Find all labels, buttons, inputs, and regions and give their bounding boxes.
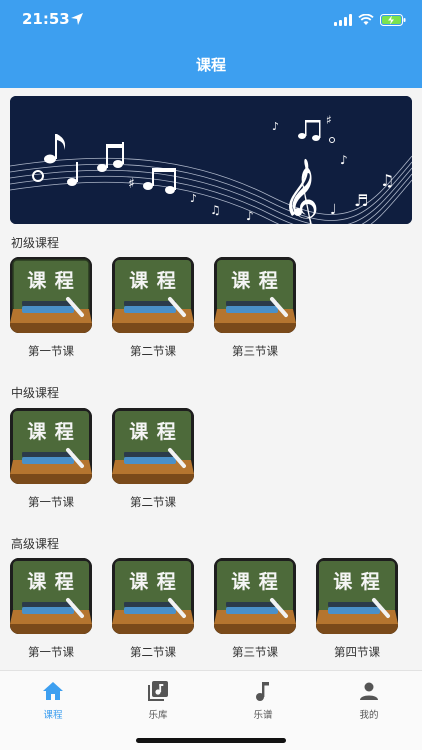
chalkboard-icon: 课 程	[112, 558, 194, 634]
lesson-icon-text: 课 程	[129, 421, 177, 443]
status-time: 21:53	[22, 10, 70, 28]
lesson-card[interactable]: 课 程 第一节课	[10, 257, 92, 358]
chalkboard-icon: 课 程	[316, 558, 398, 634]
tab-label: 乐库	[148, 710, 168, 721]
lesson-card[interactable]: 课 程 第二节课	[112, 257, 194, 358]
lesson-icon-text: 课 程	[27, 270, 75, 292]
tab-library[interactable]: 乐库	[118, 679, 198, 721]
lesson-icon-text: 课 程	[231, 571, 279, 593]
svg-text:♯: ♯	[326, 113, 332, 127]
chalkboard-icon: 课 程	[10, 257, 92, 333]
lesson-icon-text: 课 程	[333, 571, 381, 593]
lesson-label: 第一节课	[28, 495, 74, 509]
chalkboard-icon: 课 程	[10, 408, 92, 484]
lesson-card[interactable]: 课 程 第一节课	[10, 408, 92, 509]
lesson-label: 第一节课	[28, 645, 74, 659]
section-title-advanced: 高级课程	[11, 537, 60, 551]
location-arrow-icon	[71, 13, 83, 25]
music-staff-illustration: ♯ 𝄞 ♪ ♯ ♪ ♫ ♬ ♩ ♫ ♪ ♪	[10, 96, 412, 224]
lesson-label: 第二节课	[130, 344, 176, 358]
chalkboard-icon: 课 程	[214, 558, 296, 634]
lesson-label: 第二节课	[130, 645, 176, 659]
lesson-card[interactable]: 课 程 第四节课	[316, 558, 398, 659]
signal-icon	[334, 14, 352, 26]
music-library-icon	[148, 681, 168, 701]
svg-text:♪: ♪	[272, 120, 279, 133]
svg-text:♪: ♪	[340, 153, 348, 167]
header: 21:53 课程	[0, 0, 422, 88]
tab-profile[interactable]: 我的	[329, 679, 409, 721]
lesson-label: 第三节课	[232, 344, 278, 358]
status-icons	[334, 13, 406, 27]
section-title-intermediate: 中级课程	[11, 386, 60, 400]
home-indicator	[136, 738, 286, 743]
chalkboard-icon: 课 程	[112, 257, 194, 333]
lesson-card[interactable]: 课 程 第二节课	[112, 558, 194, 659]
lesson-card[interactable]: 课 程 第三节课	[214, 558, 296, 659]
svg-text:♩: ♩	[330, 202, 337, 218]
lesson-icon-text: 课 程	[27, 571, 75, 593]
section-title-beginner: 初级课程	[11, 236, 60, 250]
svg-text:♪: ♪	[246, 209, 254, 223]
svg-text:♫: ♫	[380, 171, 394, 190]
chalkboard-icon: 课 程	[214, 257, 296, 333]
svg-text:♫: ♫	[210, 203, 221, 217]
svg-text:♬: ♬	[354, 191, 368, 210]
chalkboard-icon: 课 程	[10, 558, 92, 634]
battery-charging-icon	[380, 14, 406, 26]
lesson-card[interactable]: 课 程 第二节课	[112, 408, 194, 509]
lesson-label: 第四节课	[334, 645, 380, 659]
lesson-card[interactable]: 课 程 第三节课	[214, 257, 296, 358]
wifi-icon	[358, 14, 374, 25]
music-note-icon	[256, 682, 269, 701]
tab-scores[interactable]: 乐谱	[223, 679, 303, 721]
page-title: 课程	[195, 56, 226, 74]
lesson-label: 第二节课	[130, 495, 176, 509]
chalkboard-icon: 课 程	[112, 408, 194, 484]
tab-label: 我的	[359, 710, 379, 721]
svg-text:𝄞: 𝄞	[286, 167, 319, 224]
lesson-card[interactable]: 课 程 第一节课	[10, 558, 92, 659]
tab-label: 课程	[43, 710, 63, 721]
tab-courses[interactable]: 课程	[13, 679, 93, 721]
lesson-label: 第三节课	[232, 645, 278, 659]
lesson-icon-text: 课 程	[129, 270, 177, 292]
tab-label: 乐谱	[253, 710, 273, 721]
lesson-icon-text: 课 程	[129, 571, 177, 593]
lesson-icon-text: 课 程	[231, 270, 279, 292]
home-icon	[43, 682, 63, 700]
svg-text:♯: ♯	[128, 176, 135, 192]
svg-text:♪: ♪	[190, 192, 197, 205]
status-bar: 21:53	[0, 0, 422, 42]
person-icon	[360, 682, 378, 700]
music-banner[interactable]: ♯ 𝄞 ♪ ♯ ♪ ♫ ♬ ♩ ♫ ♪ ♪	[10, 96, 412, 224]
lesson-icon-text: 课 程	[27, 421, 75, 443]
lesson-label: 第一节课	[28, 344, 74, 358]
